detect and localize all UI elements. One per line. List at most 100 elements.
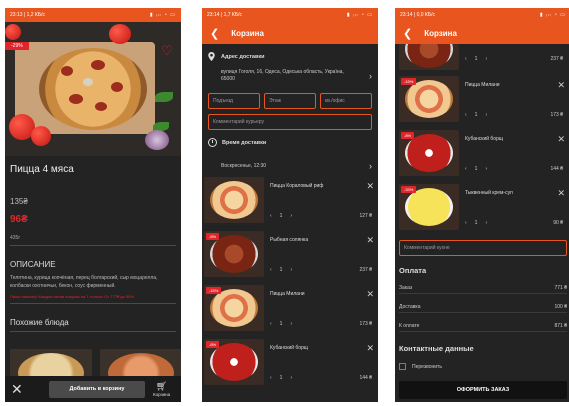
cart-item: -8% Рыбная солянка ✕ ‹ 1 › 237 ₴ (204, 231, 376, 281)
remove-item-icon[interactable]: ✕ (366, 235, 374, 246)
item-qty: 1 (474, 56, 478, 62)
cart-item: -15% Пицца Милани ✕ ‹ 1 › 173 ₴ (399, 76, 567, 126)
item-image: -15% (399, 76, 459, 122)
increase-icon[interactable]: › (290, 267, 292, 273)
address-value: вулиця Гоголя, 16, Одеса, Одеська област… (221, 69, 344, 82)
item-price: 237 ₴ (550, 56, 563, 62)
order-value: 771 ₴ (554, 285, 567, 291)
remove-item-icon[interactable]: ✕ (366, 343, 374, 354)
page-title: Корзина (424, 28, 457, 38)
item-qty: 1 (474, 166, 478, 172)
old-price: 135₴ (10, 197, 28, 206)
item-name: Кубанский борщ (465, 136, 503, 142)
discount-badge: -15% (401, 78, 417, 85)
item-name: Пицца Кораловый риф (270, 183, 324, 189)
product-image (5, 22, 181, 156)
status-bar: 23:14 | 1,7 КБ/с ▮ ᵢₗₗ ◔ ▭ (202, 8, 378, 22)
floor-field[interactable]: Этаж (264, 93, 316, 109)
item-image: -8% (204, 339, 264, 385)
increase-icon[interactable]: › (485, 112, 487, 118)
promo-text: Пиши нашему! Каждая пятая покупка на 7 т… (10, 294, 134, 299)
decrease-icon[interactable]: ‹ (270, 375, 272, 381)
decrease-icon[interactable]: ‹ (465, 112, 467, 118)
kitchen-comment-field[interactable]: Комментарий кухне (399, 240, 567, 256)
status-icons: ▮ ᵢₗₗ ◔ ▭ (539, 12, 566, 18)
submit-order-button[interactable]: ОФОРМИТЬ ЗАКАЗ (399, 381, 567, 399)
cart-item: -15% Пицца Милани ✕ ‹ 1 › 173 ₴ (204, 285, 376, 335)
increase-icon[interactable]: › (290, 321, 292, 327)
address-selector[interactable]: вулиця Гоголя, 16, Одеса, Одеська област… (208, 69, 372, 83)
decrease-icon[interactable]: ‹ (465, 220, 467, 226)
status-time: 23:13 | 1,2 КБ/с (10, 12, 46, 18)
delivery-time-selector[interactable]: Воскресенье, 12:30 › (208, 161, 372, 171)
item-name: Тыквенный крем-суп (465, 190, 513, 196)
increase-icon[interactable]: › (485, 166, 487, 172)
callback-option[interactable]: Перезвонить (399, 363, 567, 370)
status-time: 23:14 | 0,0 КБ/с (400, 12, 436, 18)
apartment-field[interactable]: кв./офис (320, 93, 372, 109)
increase-icon[interactable]: › (290, 213, 292, 219)
status-bar: 23:13 | 1,2 КБ/с ▮ ᵢₗₗ ◔ ▭ (5, 8, 181, 22)
cart-label: Корзина (153, 392, 171, 397)
item-qty: 1 (279, 213, 283, 219)
item-price: 237 ₴ (359, 267, 372, 273)
cart-item: ‹ 1 › 237 ₴ (399, 44, 567, 72)
total-value: 871 ₴ (554, 323, 567, 329)
entrance-field[interactable]: Подъезд (208, 93, 260, 109)
remove-item-icon[interactable]: ✕ (366, 181, 374, 192)
time-section-header: Время доставки (208, 138, 372, 147)
status-icons: ▮ ᵢₗₗ ◔ ▭ (149, 12, 176, 18)
pizza-image (39, 48, 147, 130)
decrease-icon[interactable]: ‹ (270, 213, 272, 219)
increase-icon[interactable]: › (485, 220, 487, 226)
quantity-stepper: ‹ 1 › (270, 267, 292, 273)
item-qty: 1 (279, 267, 283, 273)
cart-item: -8% Кубанский борщ ✕ ‹ 1 › 144 ₴ (204, 339, 376, 389)
cart-item: Пицца Кораловый риф ✕ ‹ 1 › 127 ₴ (204, 177, 376, 227)
increase-icon[interactable]: › (290, 375, 292, 381)
callback-label: Перезвонить (412, 363, 442, 370)
discount-badge: -8% (206, 233, 220, 240)
quantity-stepper: ‹ 1 › (465, 112, 487, 118)
app-bar: ❮ Корзина (202, 22, 378, 44)
quantity-stepper: ‹ 1 › (465, 220, 487, 226)
add-to-cart-button[interactable]: Добавить в корзину (49, 380, 145, 398)
item-qty: 1 (474, 112, 478, 118)
status-time: 23:14 | 1,7 КБ/с (207, 12, 243, 18)
decrease-icon[interactable]: ‹ (270, 321, 272, 327)
delivery-value: 100 ₴ (554, 304, 567, 310)
close-icon[interactable]: ✕ (11, 381, 31, 398)
order-label: Заказ (399, 285, 413, 291)
status-bar: 23:14 | 0,0 КБ/с ▮ ᵢₗₗ ◔ ▭ (395, 8, 569, 22)
description-text: Телятина, курица копчёная, перец болгарс… (10, 275, 158, 289)
cart-button[interactable]: 🛒︎ Корзина (153, 381, 170, 397)
callback-checkbox[interactable] (399, 363, 406, 370)
similar-dish-card[interactable] (99, 349, 181, 379)
favorite-heart-icon[interactable]: ♡ (161, 44, 175, 58)
chevron-right-icon: › (369, 71, 372, 81)
remove-item-icon[interactable]: ✕ (557, 134, 565, 145)
decrease-icon[interactable]: ‹ (465, 166, 467, 172)
remove-item-icon[interactable]: ✕ (557, 188, 565, 199)
item-price: 173 ₴ (550, 112, 563, 118)
back-arrow-icon[interactable]: ❮ (403, 27, 412, 40)
discount-badge: -15% (206, 287, 222, 294)
remove-item-icon[interactable]: ✕ (557, 80, 565, 91)
description-header: ОПИСАНИЕ (10, 260, 56, 269)
item-name: Кубанский борщ (270, 345, 308, 351)
back-arrow-icon[interactable]: ❮ (210, 27, 219, 40)
quantity-stepper: ‹ 1 › (270, 375, 292, 381)
courier-comment-field[interactable]: Комментарий курьеру (208, 114, 372, 130)
cart-screen-top: 23:14 | 1,7 КБ/с ▮ ᵢₗₗ ◔ ▭ ❮ Корзина Адр… (202, 8, 378, 402)
similar-dish-card[interactable] (10, 349, 92, 379)
decrease-icon[interactable]: ‹ (270, 267, 272, 273)
order-sum-row: Заказ 771 ₴ (399, 285, 567, 294)
item-name: Рыбная солянка (270, 237, 309, 243)
item-image: -15% (204, 285, 264, 331)
similar-header: Похожие блюда (10, 318, 69, 327)
remove-item-icon[interactable]: ✕ (366, 289, 374, 300)
increase-icon[interactable]: › (485, 56, 487, 62)
decrease-icon[interactable]: ‹ (465, 56, 467, 62)
address-section-header: Адрес доставки (208, 52, 372, 61)
item-price: 144 ₴ (550, 166, 563, 172)
